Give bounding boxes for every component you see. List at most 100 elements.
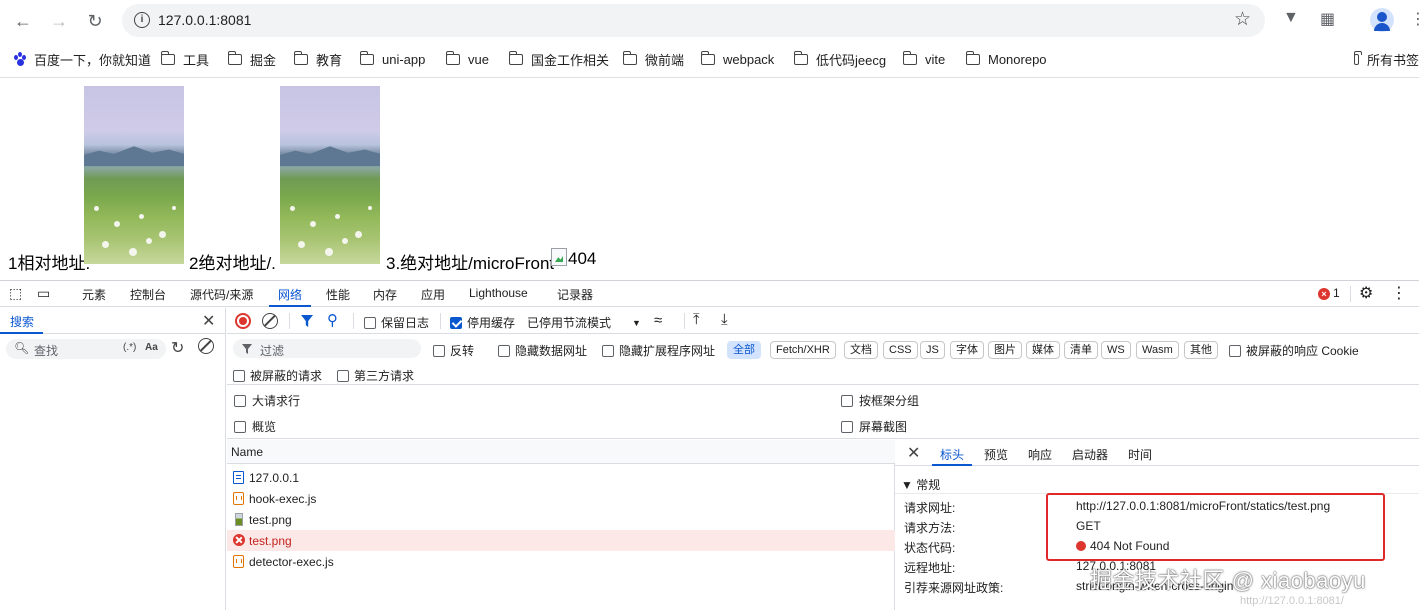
- clear-search-icon[interactable]: [198, 338, 214, 354]
- close-icon[interactable]: ✕: [907, 443, 920, 463]
- big-request-rows-checkbox[interactable]: 大请求行: [234, 392, 300, 409]
- type-filter-wasm[interactable]: Wasm: [1136, 341, 1179, 359]
- bookmark-baidu[interactable]: 百度一下，你就知道: [14, 50, 151, 68]
- checkbox-icon[interactable]: [1229, 344, 1241, 357]
- checkbox-checked-icon[interactable]: [450, 316, 462, 329]
- name-column-header[interactable]: Name: [231, 445, 263, 459]
- case-sensitive-toggle[interactable]: Aa: [145, 342, 158, 353]
- bookmark-folder[interactable]: 工具: [160, 50, 209, 68]
- table-row-error[interactable]: test.png: [227, 530, 895, 551]
- tab-recorder[interactable]: 记录器: [557, 286, 593, 303]
- group-by-frame-checkbox[interactable]: 按框架分组: [841, 392, 919, 409]
- checkbox-icon[interactable]: [234, 420, 246, 433]
- overview-checkbox[interactable]: 概览: [234, 418, 276, 435]
- clear-log-icon[interactable]: [262, 313, 278, 329]
- blocked-cookies-checkbox[interactable]: 被屏蔽的响应 Cookie: [1229, 342, 1359, 359]
- bookmark-folder[interactable]: Monorepo: [965, 50, 1047, 68]
- settings-gear-icon[interactable]: ⚙: [1359, 283, 1373, 303]
- invert-checkbox[interactable]: 反转: [433, 342, 474, 359]
- hide-data-urls-checkbox[interactable]: 隐藏数据网址: [498, 342, 587, 359]
- general-section-header[interactable]: ▼ 常规: [895, 472, 1419, 494]
- tab-elements[interactable]: 元素: [82, 286, 106, 303]
- bookmark-folder[interactable]: webpack: [700, 50, 774, 68]
- throttle-select[interactable]: 已停用节流模式 ▼: [527, 314, 641, 331]
- type-filter-font[interactable]: 字体: [950, 341, 984, 359]
- bookmark-folder[interactable]: 掘金: [227, 50, 276, 68]
- bookmark-folder[interactable]: 微前端: [622, 50, 684, 68]
- bookmark-folder[interactable]: 教育: [293, 50, 342, 68]
- error-count[interactable]: 1: [1333, 286, 1340, 300]
- disable-cache-checkbox[interactable]: 停用缓存: [450, 314, 515, 331]
- site-info-icon[interactable]: i: [134, 12, 150, 28]
- bookmark-folder[interactable]: uni-app: [359, 50, 425, 68]
- extensions-puzzle-icon[interactable]: ▦: [1320, 9, 1335, 29]
- checkbox-icon[interactable]: [233, 369, 245, 382]
- bookmark-folder[interactable]: vue: [445, 50, 489, 68]
- bookmark-folder[interactable]: 国金工作相关: [508, 50, 609, 68]
- table-row[interactable]: hook-exec.js: [227, 488, 895, 509]
- reload-icon[interactable]: ↻: [83, 9, 107, 33]
- profile-avatar-icon[interactable]: [1370, 8, 1394, 32]
- type-filter-doc[interactable]: 文档: [844, 341, 878, 359]
- tab-timing[interactable]: 时间: [1128, 446, 1152, 463]
- search-icon[interactable]: ⚲: [327, 311, 338, 329]
- bookmark-star-icon[interactable]: ☆: [1234, 8, 1251, 31]
- tab-response[interactable]: 响应: [1028, 446, 1052, 463]
- refresh-icon[interactable]: ↻: [171, 338, 184, 358]
- tab-lighthouse[interactable]: Lighthouse: [469, 286, 528, 300]
- bookmark-folder[interactable]: vite: [902, 50, 945, 68]
- device-toolbar-icon[interactable]: ▭: [37, 285, 50, 302]
- filter-funnel-icon[interactable]: [301, 315, 313, 327]
- tab-headers[interactable]: 标头: [940, 446, 964, 463]
- type-filter-media[interactable]: 媒体: [1026, 341, 1060, 359]
- record-stop-icon[interactable]: [235, 313, 251, 329]
- checkbox-icon[interactable]: [498, 344, 510, 357]
- table-row[interactable]: 127.0.0.1: [227, 467, 895, 488]
- type-filter-js[interactable]: JS: [920, 341, 945, 359]
- back-arrow-icon[interactable]: ←: [11, 9, 35, 33]
- search-drawer-title[interactable]: 搜索: [10, 313, 34, 330]
- inspect-element-icon[interactable]: ⬚: [9, 285, 22, 302]
- extension-dropdown-icon[interactable]: ▼: [1283, 9, 1299, 27]
- tab-sources[interactable]: 源代码/来源: [190, 286, 253, 303]
- blocked-requests-checkbox[interactable]: 被屏蔽的请求: [233, 367, 322, 384]
- search-input[interactable]: 🔍︎ 查找 (.*) Aa: [6, 339, 166, 359]
- tab-performance[interactable]: 性能: [326, 286, 350, 303]
- type-filter-fetch-xhr[interactable]: Fetch/XHR: [770, 341, 836, 359]
- export-har-icon[interactable]: ⤓: [721, 311, 728, 328]
- devtools-menu-icon[interactable]: ⋮: [1391, 283, 1407, 303]
- checkbox-icon[interactable]: [433, 344, 445, 357]
- type-filter-img[interactable]: 图片: [988, 341, 1022, 359]
- type-filter-other[interactable]: 其他: [1184, 341, 1218, 359]
- tab-application[interactable]: 应用: [421, 286, 445, 303]
- checkbox-icon[interactable]: [234, 394, 246, 407]
- checkbox-icon[interactable]: [337, 369, 349, 382]
- general-section-title[interactable]: ▼ 常规: [901, 476, 940, 493]
- type-filter-all[interactable]: 全部: [727, 341, 761, 359]
- network-conditions-icon[interactable]: ≈: [654, 312, 662, 329]
- filter-input[interactable]: 过滤: [233, 339, 421, 358]
- screenshots-checkbox[interactable]: 屏幕截图: [841, 418, 907, 435]
- error-icon[interactable]: ×: [1318, 288, 1330, 300]
- menu-icon[interactable]: ⋮: [1410, 9, 1419, 29]
- table-row[interactable]: test.png: [227, 509, 895, 530]
- type-filter-manifest[interactable]: 清单: [1064, 341, 1098, 359]
- checkbox-icon[interactable]: [841, 394, 853, 407]
- tab-network[interactable]: 网络: [278, 286, 302, 303]
- checkbox-icon[interactable]: [841, 420, 853, 433]
- tab-initiator[interactable]: 启动器: [1072, 446, 1108, 463]
- hide-extension-urls-checkbox[interactable]: 隐藏扩展程序网址: [602, 342, 715, 359]
- address-url[interactable]: 127.0.0.1:8081: [158, 12, 251, 28]
- tab-preview[interactable]: 预览: [984, 446, 1008, 463]
- type-filter-css[interactable]: CSS: [883, 341, 918, 359]
- regex-toggle[interactable]: (.*): [123, 342, 136, 353]
- table-row[interactable]: detector-exec.js: [227, 551, 895, 572]
- type-filter-ws[interactable]: WS: [1101, 341, 1131, 359]
- address-bar[interactable]: i 127.0.0.1:8081 ☆: [122, 4, 1265, 37]
- checkbox-icon[interactable]: [364, 316, 376, 329]
- import-har-icon[interactable]: ⤒: [693, 311, 700, 328]
- tab-console[interactable]: 控制台: [130, 286, 166, 303]
- preserve-log-checkbox[interactable]: 保留日志: [364, 314, 429, 331]
- close-icon[interactable]: ✕: [202, 311, 215, 331]
- third-party-checkbox[interactable]: 第三方请求: [337, 367, 414, 384]
